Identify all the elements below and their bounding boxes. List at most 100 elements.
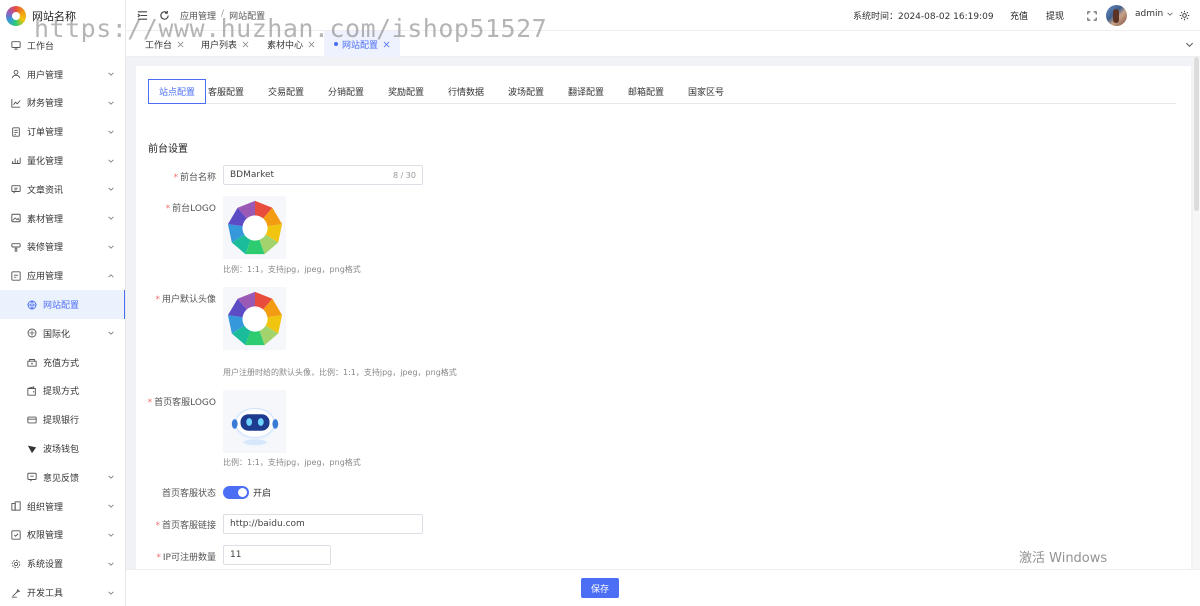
sidebar-item[interactable]: 网站配置 — [0, 290, 125, 319]
ip-limit-label: * IP可注册数量 — [156, 553, 216, 563]
chevron-down-icon — [108, 216, 114, 220]
sidebar-item[interactable]: 权限管理 — [0, 521, 125, 550]
sidebar-item-label: 装修管理 — [27, 243, 64, 254]
subtab-distribution-config[interactable]: 分销配置 — [328, 79, 364, 104]
subtab-translation-config[interactable]: 翻译配置 — [568, 79, 604, 104]
chevron-down-icon — [108, 562, 114, 566]
breadcrumb-separator: / — [221, 9, 225, 19]
tab-site-config[interactable]: 网站配置 — [324, 31, 401, 57]
sidebar-item[interactable]: 提现方式 — [0, 377, 125, 406]
service-link-label: * 首页客服链接 — [155, 521, 216, 531]
site-name-input[interactable]: BDMarket 8 / 30 — [223, 165, 423, 185]
avatar[interactable] — [1106, 5, 1127, 26]
sidebar-item[interactable]: 应用管理 — [0, 261, 125, 290]
chevron-down-icon[interactable] — [1185, 40, 1194, 49]
subtab-country-code[interactable]: 国家区号 — [688, 79, 724, 104]
chevron-down-icon — [108, 72, 114, 76]
withdraw-link[interactable]: 提现 — [1046, 9, 1064, 22]
scrollbar-thumb[interactable] — [1194, 57, 1199, 211]
avatar-upload[interactable] — [223, 287, 286, 350]
robot-icon — [231, 407, 278, 445]
subtab-email-config[interactable]: 邮箱配置 — [628, 79, 664, 104]
sidebar-item-label: 提现方式 — [43, 387, 80, 398]
site-name-value: BDMarket — [230, 170, 275, 180]
sidebar-item[interactable]: 意见反馈 — [0, 463, 125, 492]
sidebar-item[interactable]: 充值方式 — [0, 348, 125, 377]
refresh-icon[interactable] — [159, 10, 170, 21]
chart-icon — [11, 98, 21, 108]
file-list-icon — [11, 127, 21, 137]
service-link-input[interactable]: http://baidu.com — [223, 514, 423, 534]
chevron-down-icon — [108, 159, 114, 163]
user-name: admin — [1135, 9, 1164, 19]
sidebar-item[interactable]: 波场钱包 — [0, 434, 125, 463]
sidebar-item[interactable]: 国际化 — [0, 319, 125, 348]
breadcrumb-item[interactable]: 应用管理 — [180, 9, 216, 22]
sidebar-item[interactable]: 提现银行 — [0, 405, 125, 434]
sidebar-item[interactable]: 订单管理 — [0, 117, 125, 146]
user-menu[interactable]: admin — [1135, 9, 1174, 19]
close-icon[interactable] — [242, 41, 249, 48]
top-bar: 应用管理 / 网站配置 系统时间：2024-08-02 16:19:09 充值 … — [126, 0, 1200, 31]
org-icon — [11, 501, 21, 511]
logo-image-icon — [227, 200, 282, 254]
ip-limit-input[interactable]: 11 — [223, 545, 331, 565]
settings-gear-icon[interactable] — [1179, 10, 1190, 21]
fullscreen-icon[interactable] — [1086, 10, 1097, 21]
tab-label: 网站配置 — [342, 40, 379, 51]
chevron-down-icon — [108, 101, 114, 105]
sidebar-item-label: 国际化 — [43, 329, 71, 340]
app-logo[interactable]: 网站名称 — [6, 5, 76, 27]
sidebar-item[interactable]: 开发工具 — [0, 578, 125, 606]
main-content: 站点配置 客服配置 交易配置 分销配置 奖励配置 行情数据 波场配置 翻译配置 … — [136, 66, 1191, 569]
service-link-value: http://baidu.com — [230, 519, 305, 529]
chevron-down-icon — [108, 245, 114, 249]
avatar-label: * 用户默认头像 — [155, 295, 216, 305]
tab-workbench[interactable]: 工作台 — [138, 31, 191, 57]
subtab-service-config[interactable]: 客服配置 — [208, 79, 244, 104]
subtab-reward-config[interactable]: 奖励配置 — [388, 79, 424, 104]
service-status-switch[interactable] — [223, 486, 249, 499]
logo-help-text: 比例：1:1，支持jpg，jpeg，png格式 — [223, 265, 361, 274]
sidebar-item[interactable]: 装修管理 — [0, 233, 125, 262]
close-icon[interactable] — [177, 41, 184, 48]
menu-fold-icon[interactable] — [137, 10, 148, 21]
breadcrumb: 应用管理 / 网站配置 — [180, 9, 265, 22]
section-title: 前台设置 — [148, 144, 188, 155]
service-logo-upload[interactable] — [223, 390, 286, 453]
site-name-label: * 前台名称 — [173, 173, 216, 183]
subtab-tron-config[interactable]: 波场配置 — [508, 79, 544, 104]
tab-user-list[interactable]: 用户列表 — [194, 31, 256, 57]
chevron-down-icon — [108, 475, 114, 480]
logo-upload[interactable] — [223, 196, 286, 259]
sidebar-item-label: 订单管理 — [27, 128, 64, 139]
sidebar-item[interactable]: 工作台 — [0, 31, 125, 60]
sidebar-item[interactable]: 用户管理 — [0, 60, 125, 89]
sidebar-item[interactable]: 素材管理 — [0, 204, 125, 233]
chevron-down-icon — [108, 331, 114, 336]
close-icon[interactable] — [383, 41, 390, 48]
sidebar-item[interactable]: 财务管理 — [0, 89, 125, 118]
sidebar-item[interactable]: 组织管理 — [0, 492, 125, 521]
tab-label: 用户列表 — [201, 40, 238, 51]
sidebar-item-label: 意见反馈 — [43, 473, 80, 484]
sidebar-item-label: 充值方式 — [43, 358, 80, 369]
tab-material-center[interactable]: 素材中心 — [260, 31, 322, 57]
subtab-site-config[interactable]: 站点配置 — [148, 79, 207, 104]
sidebar-item-label: 用户管理 — [27, 70, 64, 81]
save-button[interactable]: 保存 — [581, 578, 619, 598]
content-scrollbar[interactable] — [1193, 57, 1200, 569]
subtab-market-data[interactable]: 行情数据 — [448, 79, 484, 104]
sidebar-item[interactable]: 文章资讯 — [0, 175, 125, 204]
logo-label: * 前台LOGO — [165, 204, 216, 214]
paint-icon — [11, 242, 21, 252]
sidebar-item[interactable]: 系统设置 — [0, 549, 125, 578]
sidebar-item[interactable]: 量化管理 — [0, 146, 125, 175]
sidebar-item-label: 组织管理 — [27, 502, 64, 513]
chevron-up-icon — [108, 273, 114, 278]
bank-card-icon — [27, 415, 37, 425]
close-icon[interactable] — [308, 41, 315, 48]
subtab-trade-config[interactable]: 交易配置 — [268, 79, 304, 104]
wallet-icon — [27, 386, 37, 396]
recharge-link[interactable]: 充值 — [1010, 9, 1028, 22]
